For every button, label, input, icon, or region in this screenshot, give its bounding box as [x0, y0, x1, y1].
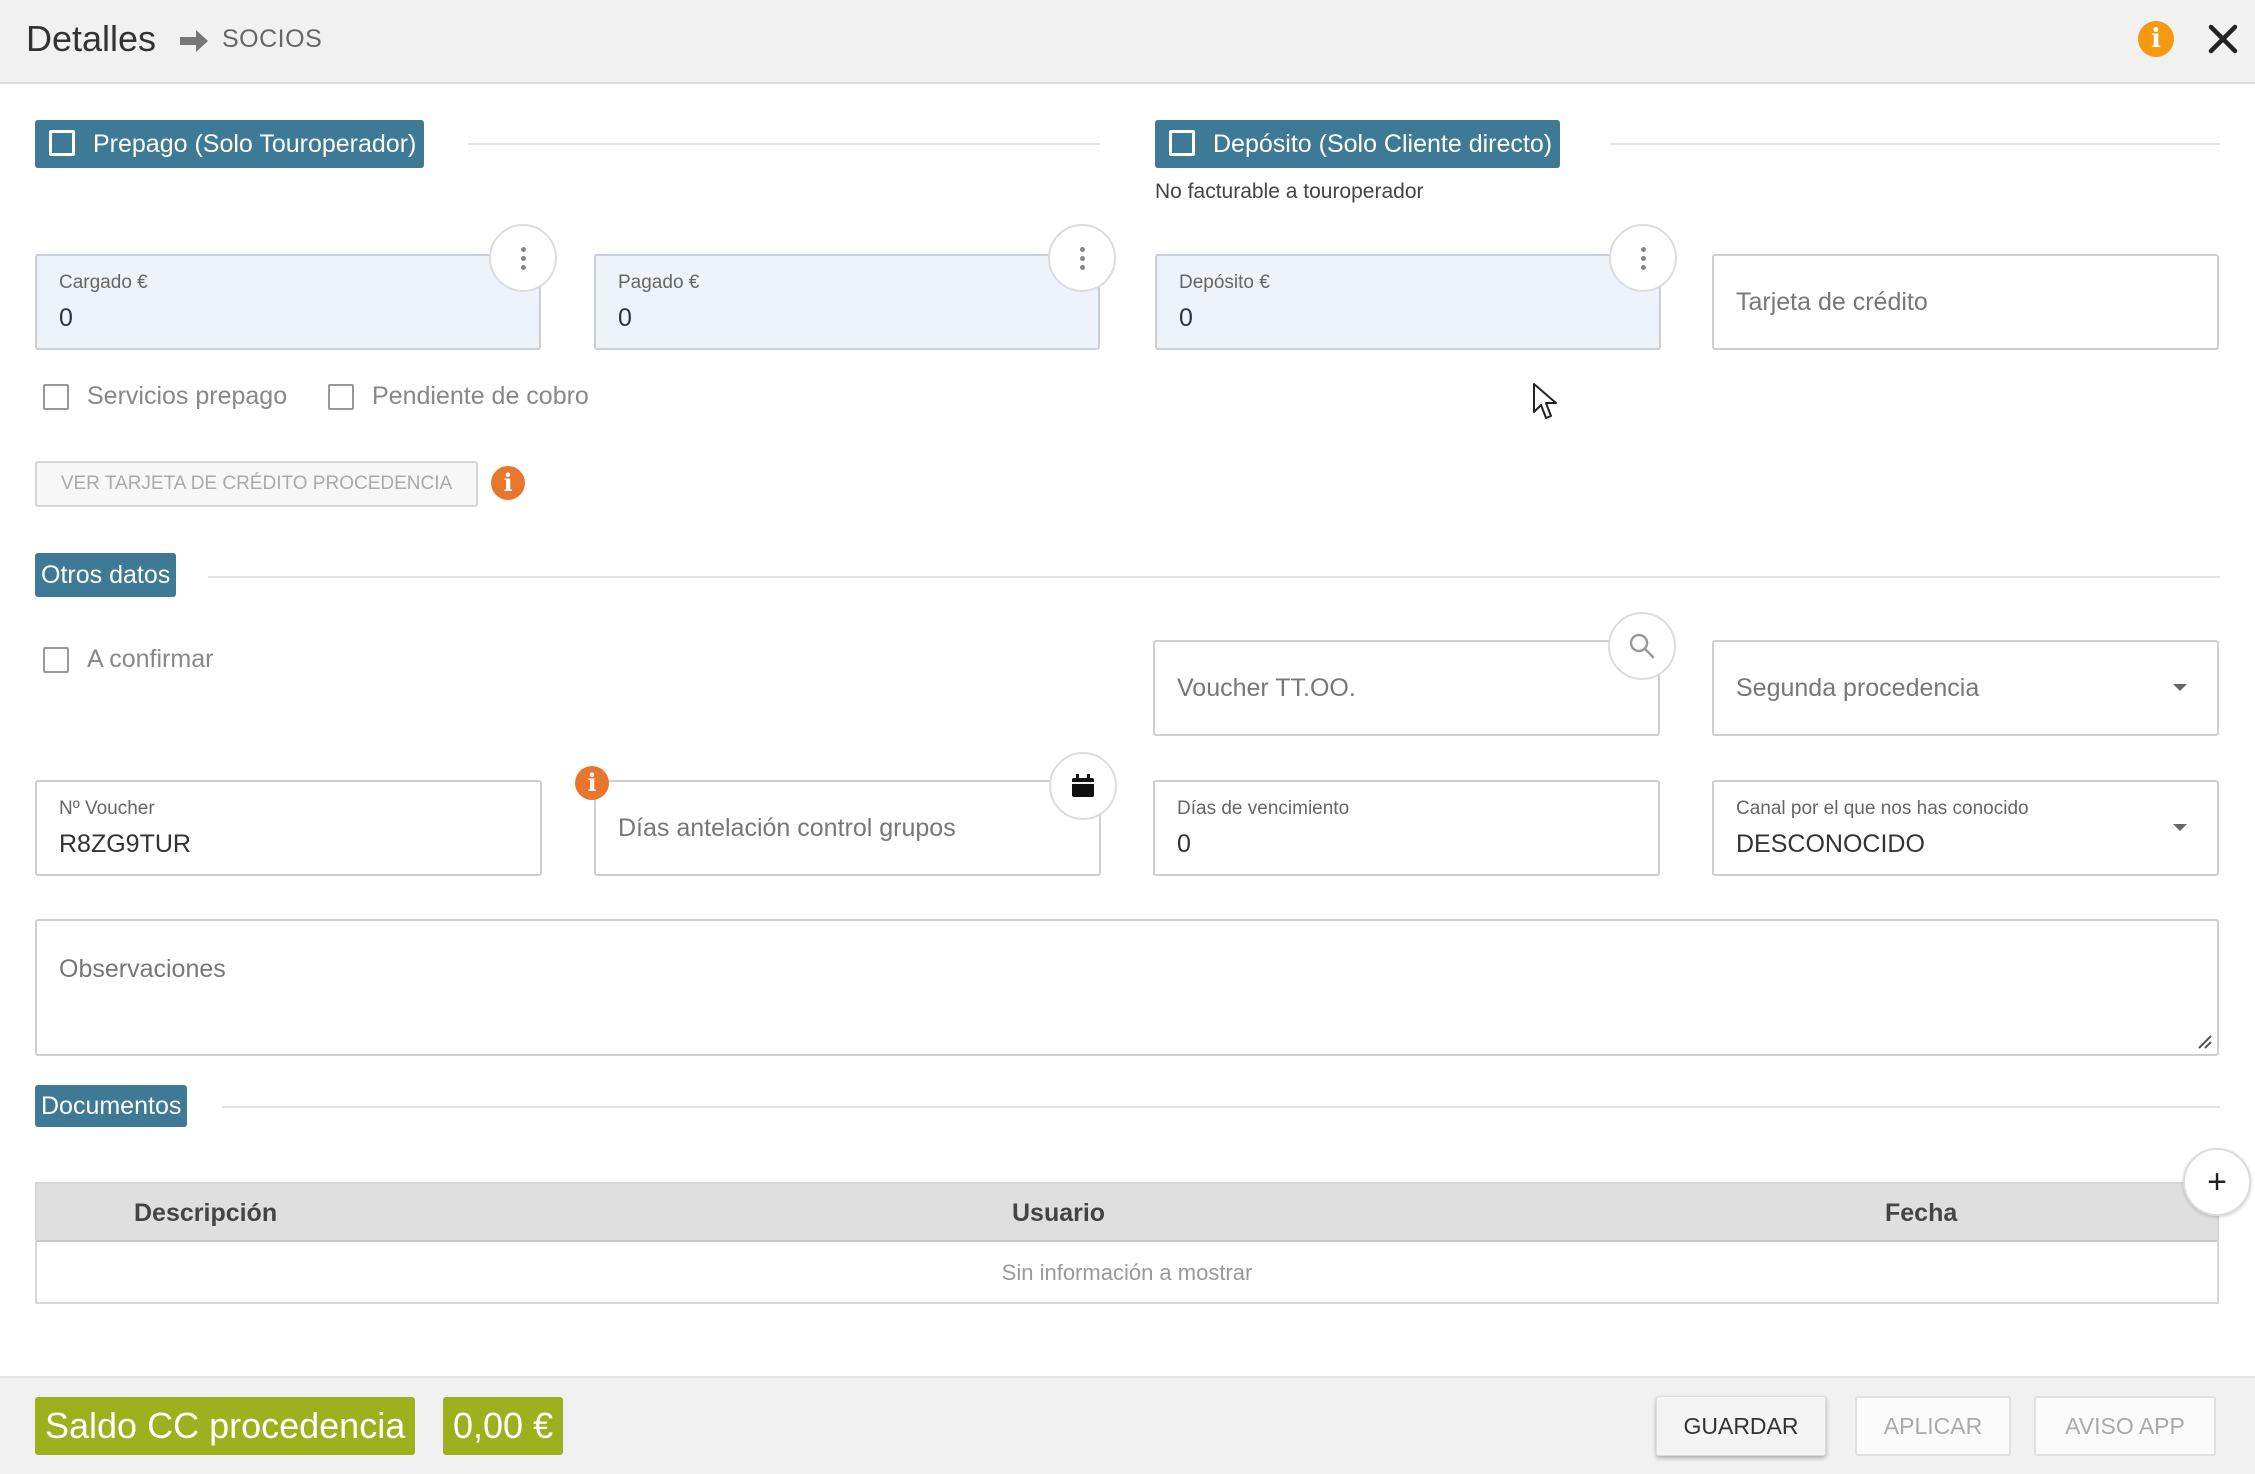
a-confirmar-label: A confirmar — [87, 645, 214, 673]
deposito-field[interactable]: Depósito € 0 — [1155, 254, 1661, 350]
mouse-cursor-icon — [1533, 383, 1557, 419]
observaciones-textarea[interactable]: Observaciones — [35, 919, 2219, 1056]
canal-label: Canal por el que nos has conocido — [1736, 798, 2029, 819]
voucher-search-button[interactable] — [1608, 612, 1676, 680]
column-header-descripcion[interactable]: Descripción — [134, 1184, 277, 1242]
more-vertical-icon — [1640, 246, 1646, 270]
section-divider — [222, 1106, 2220, 1108]
deposito-checkbox[interactable] — [1169, 130, 1195, 157]
servicios-prepago-label: Servicios prepago — [87, 382, 288, 410]
section-divider — [1610, 143, 2220, 145]
dialog-header: Detalles SOCIOS i — [0, 0, 2255, 84]
otros-datos-section-label: Otros datos — [35, 553, 177, 597]
ver-tarjeta-credito-button[interactable]: VER TARJETA DE CRÉDITO PROCEDENCIA — [35, 461, 478, 507]
n-voucher-label: Nº Voucher — [59, 798, 155, 819]
a-confirmar-checkbox[interactable] — [43, 647, 69, 673]
cargado-menu-button[interactable] — [489, 224, 557, 292]
search-icon — [1629, 633, 1655, 659]
dias-antelacion-placeholder: Días antelación control grupos — [618, 813, 956, 842]
pendiente-cobro-label: Pendiente de cobro — [372, 382, 589, 410]
more-vertical-icon — [1079, 246, 1085, 270]
documentos-table: Descripción Usuario Fecha Sin informació… — [35, 1182, 2219, 1304]
canal-value: DESCONOCIDO — [1736, 830, 1925, 858]
pagado-label: Pagado € — [618, 272, 700, 293]
dias-antelacion-input[interactable]: Días antelación control grupos — [594, 780, 1101, 876]
saldo-cc-value: 0,00 € — [443, 1397, 564, 1455]
voucher-ttoo-input[interactable]: Voucher TT.OO. — [1153, 640, 1660, 736]
info-icon[interactable]: i — [2138, 21, 2174, 57]
deposito-menu-button[interactable] — [1609, 224, 1677, 292]
segunda-procedencia-placeholder: Segunda procedencia — [1736, 673, 1980, 702]
deposito-section-toggle[interactable]: Depósito (Solo Cliente directo) — [1155, 120, 1561, 168]
arrow-right-icon — [180, 30, 208, 52]
n-voucher-field[interactable]: Nº Voucher R8ZG9TUR — [35, 780, 542, 876]
tarjeta-credito-input[interactable]: Tarjeta de crédito — [1712, 254, 2219, 350]
pagado-field[interactable]: Pagado € 0 — [594, 254, 1100, 350]
prepago-section-label: Prepago (Solo Touroperador) — [93, 130, 417, 158]
section-divider — [208, 576, 2220, 578]
more-vertical-icon — [520, 246, 526, 270]
info-icon[interactable]: i — [491, 466, 525, 500]
column-header-usuario[interactable]: Usuario — [1012, 1184, 1105, 1242]
calendar-button[interactable] — [1049, 752, 1117, 820]
cargado-value: 0 — [59, 304, 73, 332]
guardar-button[interactable]: GUARDAR — [1656, 1396, 1826, 1456]
breadcrumb: SOCIOS — [222, 25, 323, 53]
calendar-icon — [1072, 774, 1094, 797]
close-icon[interactable] — [2206, 22, 2240, 56]
deposito-note: No facturable a touroperador — [1155, 180, 1424, 203]
table-empty-message: Sin información a mostrar — [1001, 1260, 1253, 1285]
pendiente-cobro-checkbox[interactable] — [328, 384, 354, 410]
table-header: Descripción Usuario Fecha — [37, 1184, 2217, 1242]
prepago-checkbox[interactable] — [49, 130, 75, 157]
dias-vencimiento-value: 0 — [1177, 830, 1191, 858]
chevron-down-icon — [2173, 824, 2187, 831]
segunda-procedencia-select[interactable]: Segunda procedencia — [1712, 640, 2219, 736]
voucher-ttoo-placeholder: Voucher TT.OO. — [1177, 673, 1356, 702]
aplicar-button[interactable]: APLICAR — [1855, 1396, 2011, 1456]
chevron-down-icon — [2173, 684, 2187, 691]
deposito-value: 0 — [1179, 304, 1193, 332]
section-divider — [468, 143, 1100, 145]
canal-select[interactable]: Canal por el que nos has conocido DESCON… — [1712, 780, 2219, 876]
documentos-section-label: Documentos — [35, 1085, 188, 1127]
saldo-cc-label: Saldo CC procedencia — [35, 1397, 416, 1455]
prepago-section-toggle[interactable]: Prepago (Solo Touroperador) — [35, 120, 425, 168]
servicios-prepago-checkbox[interactable] — [43, 384, 69, 410]
tarjeta-credito-placeholder: Tarjeta de crédito — [1736, 287, 1928, 316]
pagado-menu-button[interactable] — [1048, 224, 1116, 292]
cargado-field[interactable]: Cargado € 0 — [35, 254, 541, 350]
deposito-section-label: Depósito (Solo Cliente directo) — [1213, 130, 1553, 158]
deposito-label: Depósito € — [1179, 272, 1270, 293]
column-header-fecha[interactable]: Fecha — [1885, 1184, 1957, 1242]
resize-handle-icon[interactable] — [2195, 1032, 2213, 1050]
plus-icon: + — [2207, 1162, 2227, 1201]
dias-vencimiento-field[interactable]: Días de vencimiento 0 — [1153, 780, 1660, 876]
dias-vencimiento-label: Días de vencimiento — [1177, 798, 1350, 819]
aviso-app-button[interactable]: AVISO APP — [2034, 1396, 2216, 1456]
dialog-title: Detalles — [26, 18, 157, 59]
info-icon[interactable]: i — [575, 766, 609, 800]
cargado-label: Cargado € — [59, 272, 148, 293]
observaciones-placeholder: Observaciones — [59, 955, 226, 983]
n-voucher-value: R8ZG9TUR — [59, 830, 191, 858]
pagado-value: 0 — [618, 304, 632, 332]
add-document-button[interactable]: + — [2183, 1148, 2251, 1216]
